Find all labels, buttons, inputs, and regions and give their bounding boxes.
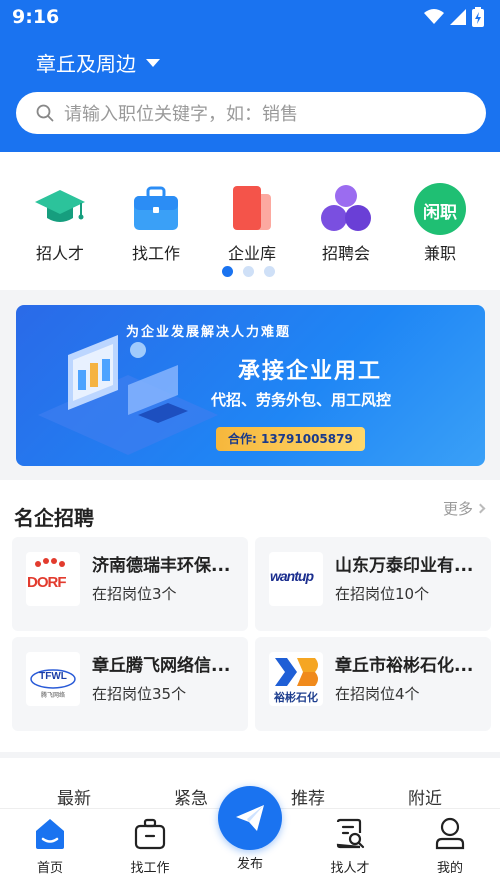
battery-icon <box>472 7 484 27</box>
promo-banner[interactable]: 为企业发展解决人力难题 承接企业用工 代招、劳务外包、用工风控 合作: 1379… <box>16 305 485 466</box>
carousel-dots <box>222 266 275 277</box>
nav-find-talent[interactable]: 找人才 <box>310 817 390 876</box>
quick-label: 招聘会 <box>321 244 370 263</box>
section-title: 名企招聘 <box>14 506 94 530</box>
tab-latest[interactable]: 最新 <box>57 784 91 809</box>
company-logo: TFWL 腾飞网络 <box>26 652 80 706</box>
caret-down-icon <box>146 58 160 67</box>
company-open-positions: 在招岗位4个 <box>335 685 420 703</box>
company-logo-text: 裕彬石化 <box>274 691 318 704</box>
company-logo-text: DORF <box>27 574 66 591</box>
carousel-dot-active[interactable] <box>222 266 233 277</box>
signal-icon <box>450 9 466 25</box>
nav-label: 找工作 <box>130 861 170 876</box>
location-selector[interactable]: 章丘及周边 <box>36 48 160 77</box>
quick-label: 兼职 <box>423 244 456 263</box>
tab-recommended[interactable]: 推荐 <box>291 784 325 809</box>
nav-publish[interactable]: 发布 <box>210 853 290 872</box>
briefcase-icon <box>133 817 167 851</box>
quick-label: 招人才 <box>35 244 84 263</box>
nav-find-job[interactable]: 找工作 <box>110 817 190 876</box>
location-label: 章丘及周边 <box>36 52 136 76</box>
talent-search-icon <box>333 817 367 851</box>
quick-item-recruit[interactable]: 招人才 <box>20 182 100 264</box>
banner-subtitle: 代招、劳务外包、用工风控 <box>211 391 392 409</box>
briefcase-icon <box>129 182 183 236</box>
quick-menu: 招人才 找工作 企业库 招聘会 闲职 兼职 <box>0 152 500 290</box>
quick-label: 找工作 <box>131 244 180 263</box>
graduation-cap-icon <box>33 182 87 236</box>
quick-label: 企业库 <box>227 244 276 263</box>
status-bar: 9:16 <box>0 0 500 34</box>
banner-tagline: 为企业发展解决人力难题 <box>126 325 292 340</box>
company-card[interactable]: DORF 济南德瑞丰环保... 在招岗位3个 <box>12 537 248 631</box>
quick-item-part-time[interactable]: 闲职 兼职 <box>400 182 480 264</box>
company-logo: 裕彬石化 <box>269 652 323 706</box>
nav-profile[interactable]: 我的 <box>410 817 490 876</box>
company-card[interactable]: 裕彬石化 章丘市裕彬石化... 在招岗位4个 <box>255 637 491 731</box>
status-time: 9:16 <box>12 6 60 28</box>
wifi-icon <box>424 9 444 24</box>
company-logo-text: wantup <box>270 568 314 584</box>
search-bar[interactable]: 请输入职位关键字，如：销售 <box>16 92 486 134</box>
tab-nearby[interactable]: 附近 <box>408 784 442 809</box>
search-icon <box>36 104 54 122</box>
publish-button[interactable] <box>218 786 282 850</box>
company-card[interactable]: TFWL 腾飞网络 章丘腾飞网络信... 在招岗位35个 <box>12 637 248 731</box>
company-logo: DORF <box>26 552 80 606</box>
part-time-badge-text: 闲职 <box>423 203 457 223</box>
status-icons <box>424 7 484 27</box>
banner-title: 承接企业用工 <box>238 359 383 384</box>
group-icon <box>319 182 373 236</box>
more-label: 更多 <box>442 500 473 518</box>
chevron-right-icon <box>475 503 486 514</box>
quick-item-job-fair[interactable]: 招聘会 <box>306 182 386 264</box>
company-card[interactable]: wantup 山东万泰印业有... 在招岗位10个 <box>255 537 491 631</box>
banner-contact: 合作: 13791005879 <box>216 427 365 451</box>
nav-label: 我的 <box>436 861 463 876</box>
more-link[interactable]: 更多 <box>442 498 486 519</box>
paper-plane-icon <box>236 805 264 831</box>
company-logo: wantup <box>269 552 323 606</box>
company-logo-text: TFWL <box>39 671 67 682</box>
nav-label: 首页 <box>36 861 63 876</box>
quick-item-company-library[interactable]: 企业库 <box>212 182 292 264</box>
app-header: 9:16 章丘及周边 请输入职位关键字，如：销售 <box>0 0 500 152</box>
company-open-positions: 在招岗位3个 <box>92 585 177 603</box>
part-time-badge-icon: 闲职 <box>413 182 467 236</box>
quick-item-find-job[interactable]: 找工作 <box>116 182 196 264</box>
company-open-positions: 在招岗位10个 <box>335 585 430 603</box>
search-input[interactable]: 请输入职位关键字，如：销售 <box>64 100 298 126</box>
company-name: 济南德瑞丰环保... <box>92 556 231 576</box>
carousel-dot[interactable] <box>264 266 275 277</box>
company-name: 章丘市裕彬石化... <box>335 656 474 676</box>
nav-label: 找人才 <box>330 861 370 876</box>
tab-urgent[interactable]: 紧急 <box>174 784 208 809</box>
company-name: 山东万泰印业有... <box>335 556 474 576</box>
featured-companies-section: 名企招聘 更多 DORF 济南德瑞丰环保... 在招岗位3个 wantup 山东… <box>0 480 500 752</box>
user-icon <box>433 817 467 851</box>
nav-label: 发布 <box>236 857 263 872</box>
nav-home[interactable]: 首页 <box>10 817 90 876</box>
company-name: 章丘腾飞网络信... <box>92 656 231 676</box>
company-logo-subtext: 腾飞网络 <box>40 692 65 699</box>
company-open-positions: 在招岗位35个 <box>92 685 187 703</box>
carousel-dot[interactable] <box>243 266 254 277</box>
documents-icon <box>225 182 279 236</box>
home-icon <box>33 817 67 851</box>
